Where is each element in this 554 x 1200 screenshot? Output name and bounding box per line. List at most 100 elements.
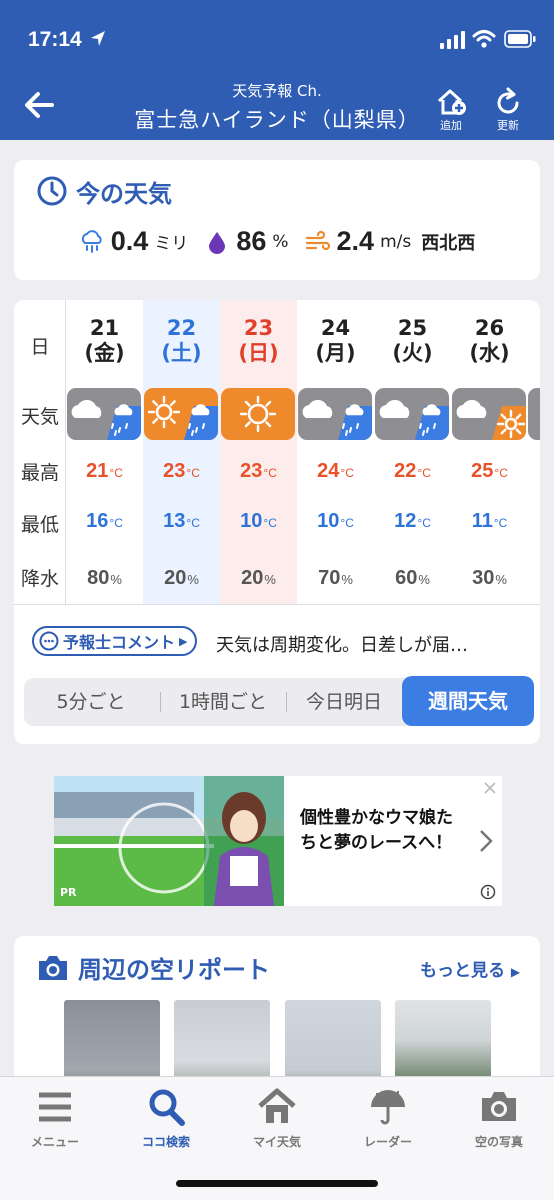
ad-text: 個性豊かなウマ娘た ちと夢のレースへ！ [300, 806, 476, 856]
info-icon[interactable] [480, 884, 496, 900]
tab-search[interactable]: ココ検索 [111, 1087, 221, 1150]
add-label: 追加 [440, 119, 462, 132]
home-icon [258, 1088, 296, 1123]
precip-unit: ミリ [154, 234, 189, 254]
ad-banner[interactable]: PR 個性豊かなウマ娘た ちと夢のレースへ！ [54, 776, 502, 906]
tab-divider [286, 692, 287, 712]
high-temp: 21°C [66, 460, 143, 483]
pct-unit: % [264, 572, 276, 587]
precip-chance-value: 20 [164, 567, 187, 589]
ad-text-line1: 個性豊かなウマ娘た [300, 808, 453, 828]
low-temp: 10°C [297, 510, 374, 533]
day-number: 26 [474, 316, 505, 340]
status-bar: 17:14 [0, 0, 554, 80]
low-temp-value: 16 [86, 510, 109, 532]
speech-bubble-icon [39, 631, 59, 651]
temp-unit: °C [340, 516, 354, 530]
home-add-icon [437, 89, 466, 115]
row-labels: 日 天気 最高 最低 降水 [14, 300, 66, 604]
tab-sky-photos[interactable]: 空の写真 [444, 1087, 554, 1150]
clock-icon [37, 176, 67, 206]
cloudy-then-rain-icon [67, 388, 141, 440]
next-day-icon-partial [528, 388, 540, 440]
low-temp: 13°C [143, 510, 220, 533]
tab-sky-photos-label: 空の写真 [474, 1135, 523, 1149]
forecaster-comment-text[interactable]: 天気は周期変化。日差しが届… [216, 631, 528, 657]
label-precip: 降水 [20, 568, 59, 590]
tab-radar-label: レーダー [363, 1135, 412, 1149]
humidity-drop-icon [209, 231, 226, 254]
low-temp-value: 10 [240, 510, 263, 532]
cloudy-then-rain-icon [298, 388, 372, 440]
temp-unit: °C [186, 466, 200, 480]
tab-today-tomorrow[interactable]: 今日明日 [288, 678, 400, 726]
camera-icon [482, 1092, 516, 1121]
precip-chance-value: 80 [87, 567, 110, 589]
day-column[interactable]: 24 (月) 24°C 10°C 70% [297, 300, 374, 604]
precip-chance: 20% [220, 567, 297, 590]
tab-hourly[interactable]: 1時間ごと [162, 678, 284, 726]
humidity-unit: % [272, 231, 289, 252]
wind-value: 2.4 [336, 226, 375, 256]
current-weather-header: 今の天気 [36, 174, 172, 208]
precip-value: 0.4 [110, 226, 149, 256]
refresh-button[interactable]: 更新 [486, 86, 530, 134]
tab-menu[interactable]: メニュー [0, 1087, 110, 1150]
low-temp: 12°C [374, 510, 451, 533]
close-icon[interactable] [482, 780, 498, 796]
day-date: 26 (水) [451, 316, 528, 366]
day-column[interactable]: 26 (水) 25°C 11°C 30% [451, 300, 528, 604]
label-day: 日 [30, 336, 50, 358]
precip-chance: 70% [297, 567, 374, 590]
wind-unit: m/s [380, 231, 412, 252]
precip-chance-value: 20 [241, 567, 264, 589]
temp-unit: °C [417, 466, 431, 480]
day-of-week: (月) [315, 341, 356, 365]
pct-unit: % [341, 572, 353, 587]
tab-5min[interactable]: 5分ごと [24, 678, 158, 726]
day-date: 21 (金) [66, 316, 143, 366]
day-column[interactable]: 21 (金) 21°C 16°C 80% [66, 300, 143, 604]
see-more-link[interactable]: もっと見る ▶ [420, 956, 520, 981]
tab-radar[interactable]: レーダー [333, 1087, 443, 1150]
low-temp: 16°C [66, 510, 143, 533]
temp-unit: °C [340, 466, 354, 480]
ad-image[interactable] [54, 776, 284, 906]
day-date: 22 (土) [143, 316, 220, 366]
chevron-right-icon[interactable] [478, 828, 494, 854]
label-weather: 天気 [20, 406, 59, 428]
low-temp-value: 13 [163, 510, 186, 532]
search-icon [149, 1089, 185, 1126]
tab-divider [160, 692, 161, 712]
tab-weekly[interactable]: 週間天気 [402, 676, 534, 726]
label-low: 最低 [20, 514, 59, 536]
divider [14, 604, 540, 605]
tab-my-weather[interactable]: マイ天気 [222, 1087, 332, 1150]
wifi-icon [472, 30, 496, 48]
pct-unit: % [495, 572, 507, 587]
humidity-value: 86 [236, 226, 267, 256]
menu-icon [39, 1092, 71, 1122]
add-button[interactable]: 追加 [429, 86, 473, 134]
low-temp-value: 12 [394, 510, 417, 532]
high-temp-value: 21 [86, 460, 109, 482]
day-number: 21 [89, 316, 120, 340]
high-temp-value: 22 [394, 460, 417, 482]
high-temp: 25°C [451, 460, 528, 483]
temp-unit: °C [263, 466, 277, 480]
low-temp: 11°C [451, 510, 528, 533]
day-column[interactable]: 22 (土) 23°C 13°C 20% [143, 300, 220, 604]
ad-pr-label: PR [60, 886, 77, 899]
wind-icon [305, 230, 330, 250]
precip-chance-value: 60 [395, 567, 418, 589]
day-date: 25 (火) [374, 316, 451, 366]
day-column[interactable]: 23 (日) 23°C 10°C 20% [220, 300, 297, 604]
day-column[interactable]: 25 (火) 22°C 12°C 60% [374, 300, 451, 604]
precip-chance: 60% [374, 567, 451, 590]
caret-right-icon: ▶ [179, 634, 188, 648]
high-temp: 24°C [297, 460, 374, 483]
precip-chance: 20% [143, 567, 220, 590]
forecaster-comment-label: 予報士コメント [63, 633, 176, 652]
temp-unit: °C [494, 466, 508, 480]
forecaster-comment-button[interactable]: 予報士コメント ▶ [32, 626, 198, 656]
